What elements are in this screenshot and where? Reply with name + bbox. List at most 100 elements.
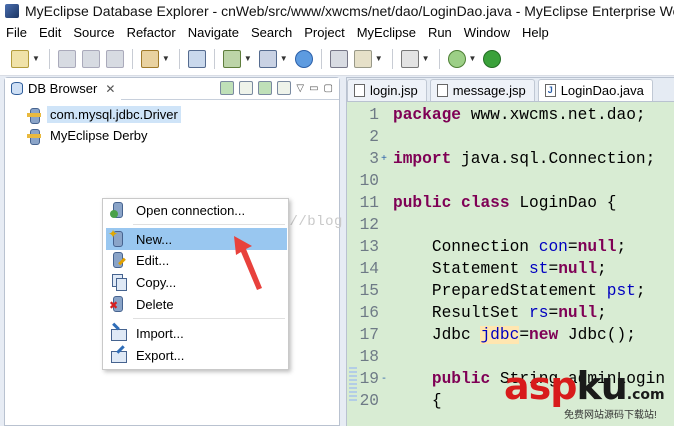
menu-file[interactable]: File: [0, 25, 33, 40]
editor-tabbar: login.jsp message.jsp LoginDao.java: [347, 78, 674, 102]
deploy-dropdown-icon[interactable]: ▼: [244, 54, 252, 63]
line-number: 2: [369, 128, 379, 146]
outline-icon[interactable]: [187, 49, 206, 68]
wizard-icon[interactable]: [140, 49, 159, 68]
menu-edit[interactable]: Edit: [33, 25, 67, 40]
import-icon: [110, 325, 127, 341]
db-connection-icon: [27, 107, 41, 124]
tree-item-myeclipse-derby[interactable]: MyEclipse Derby: [27, 125, 339, 146]
menu-refactor[interactable]: Refactor: [121, 25, 182, 40]
connection-tree: com.mysql.jdbc.Driver MyEclipse Derby: [5, 100, 339, 146]
code-line: 14 Statement st=null;: [347, 258, 674, 280]
panel-toolbar: ▽ ▭ ▢: [220, 81, 333, 95]
camera-icon[interactable]: [400, 49, 419, 68]
logo-subtitle: 免费网站源码下载站!: [564, 410, 657, 421]
editor-tab-message-jsp[interactable]: message.jsp: [429, 79, 535, 101]
main-toolbar: ▼ ▼ ▼ ▼ ▼ ▼ ▼: [0, 42, 674, 76]
code-line: 16 ResultSet rs=null;: [347, 302, 674, 324]
open-connection-tool-icon[interactable]: [220, 81, 235, 95]
logo-part-b: ku: [576, 364, 627, 408]
menu-source[interactable]: Source: [67, 25, 120, 40]
menu-item-delete[interactable]: Delete: [106, 293, 287, 315]
code-text: PreparedStatement pst;: [431, 282, 646, 300]
code-line: 3 + import java.sql.Connection;: [347, 148, 674, 170]
line-number: 14: [359, 260, 379, 278]
editor-tab-logindao-java[interactable]: LoginDao.java: [537, 79, 653, 101]
menu-item-export[interactable]: Export...: [106, 344, 287, 366]
editor-tab-label: message.jsp: [452, 83, 526, 98]
debug-dropdown-icon[interactable]: ▼: [469, 54, 477, 63]
deploy-icon[interactable]: [222, 49, 241, 68]
open-connection-icon: [110, 202, 126, 218]
close-icon[interactable]: ✕: [105, 82, 115, 96]
menu-help[interactable]: Help: [516, 25, 555, 40]
camera-dropdown-icon[interactable]: ▼: [422, 54, 430, 63]
red-arrow-annotation-icon: [234, 236, 262, 290]
java-file-icon: [544, 84, 556, 97]
wizard-dropdown-icon[interactable]: ▼: [162, 54, 170, 63]
line-number: 13: [359, 238, 379, 256]
minimize-icon[interactable]: ▭: [309, 83, 318, 94]
line-number: 12: [359, 216, 379, 234]
title-bar: MyEclipse Database Explorer - cnWeb/src/…: [0, 0, 674, 22]
menu-run[interactable]: Run: [422, 25, 458, 40]
fold-toggle-icon[interactable]: +: [381, 154, 393, 165]
perspective-dropdown-icon[interactable]: ▼: [375, 54, 383, 63]
open-type-icon[interactable]: [329, 49, 348, 68]
menu-item-label: Delete: [136, 296, 174, 312]
code-line: 11 public class LoginDao {: [347, 192, 674, 214]
fold-toggle-icon[interactable]: -: [381, 374, 393, 385]
editor-tab-login-jsp[interactable]: login.jsp: [347, 79, 427, 101]
new-dropdown-icon[interactable]: ▼: [32, 54, 40, 63]
window-title: MyEclipse Database Explorer - cnWeb/src/…: [25, 3, 674, 19]
view-menu-icon[interactable]: ▽: [296, 83, 304, 94]
menu-myeclipse[interactable]: MyEclipse: [351, 25, 422, 40]
run-icon[interactable]: [483, 49, 502, 68]
line-number: 18: [359, 348, 379, 366]
menu-search[interactable]: Search: [245, 25, 298, 40]
menu-item-open-connection[interactable]: Open connection...: [106, 199, 287, 221]
refresh-tool-icon[interactable]: [258, 81, 273, 95]
code-text: Statement st=null;: [431, 260, 607, 278]
save-icon[interactable]: [57, 49, 76, 68]
menu-separator: [133, 318, 285, 319]
tab-db-browser-label: DB Browser: [28, 81, 98, 96]
server-icon[interactable]: [258, 49, 277, 68]
myeclipse-window: MyEclipse Database Explorer - cnWeb/src/…: [0, 0, 674, 426]
code-text: {: [431, 392, 442, 410]
code-text: ResultSet rs=null;: [431, 304, 607, 322]
save-all-icon[interactable]: [81, 49, 100, 68]
code-line: 13 Connection con=null;: [347, 236, 674, 258]
menu-window[interactable]: Window: [458, 25, 516, 40]
web-browser-icon[interactable]: [294, 49, 313, 68]
line-number: 20: [359, 392, 379, 410]
menu-item-label: Import...: [136, 325, 184, 341]
properties-tool-icon[interactable]: [277, 81, 292, 95]
menu-item-label: Export...: [136, 347, 185, 363]
myeclipse-app-icon: [5, 4, 19, 18]
tree-item-mysql-driver[interactable]: com.mysql.jdbc.Driver: [27, 104, 339, 125]
maximize-icon[interactable]: ▢: [324, 83, 333, 94]
toolbar-separator: [178, 48, 180, 69]
menu-navigate[interactable]: Navigate: [182, 25, 245, 40]
debug-icon[interactable]: [447, 49, 466, 68]
code-text: Jdbc jdbc=new Jdbc();: [431, 326, 636, 344]
jsp-file-icon: [354, 84, 365, 97]
code-line: 12: [347, 214, 674, 236]
toolbar-separator: [213, 48, 215, 69]
menu-bar: File Edit Source Refactor Navigate Searc…: [0, 22, 674, 42]
tab-db-browser[interactable]: DB Browser ✕: [5, 77, 122, 100]
perspective-icon[interactable]: [353, 49, 372, 68]
menu-item-import[interactable]: Import...: [106, 322, 287, 344]
editor-tab-label: login.jsp: [370, 83, 418, 98]
print-icon[interactable]: [105, 49, 124, 68]
toolbar-separator: [391, 48, 393, 69]
server-dropdown-icon[interactable]: ▼: [280, 54, 288, 63]
code-text: import java.sql.Connection;: [393, 150, 656, 168]
menu-project[interactable]: Project: [298, 25, 350, 40]
database-icon: [11, 82, 23, 95]
menu-item-label: Open connection...: [136, 202, 246, 218]
code-line: 2: [347, 126, 674, 148]
new-icon[interactable]: [11, 49, 29, 68]
new-connection-tool-icon[interactable]: [239, 81, 254, 95]
